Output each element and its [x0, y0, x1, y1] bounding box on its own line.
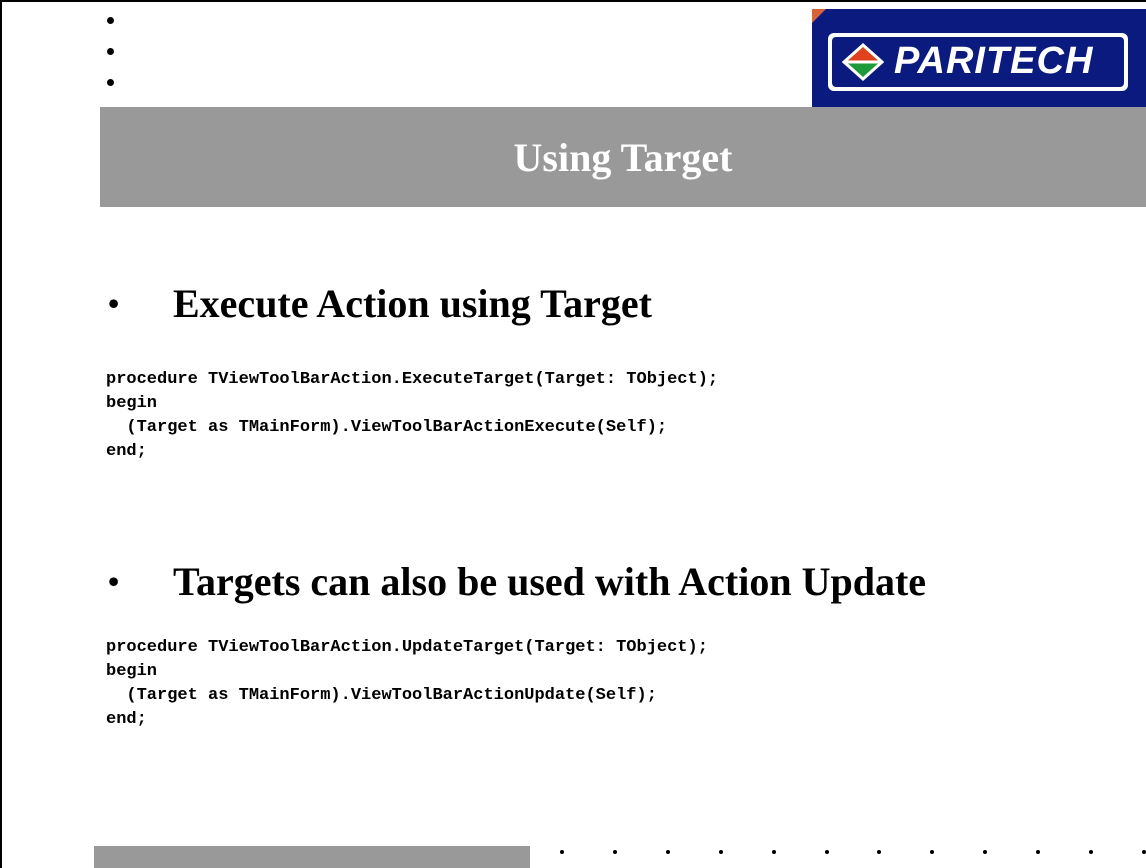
dot-icon: [1036, 850, 1041, 854]
code-block-execute: procedure TViewToolBarAction.ExecuteTarg…: [106, 370, 719, 461]
dot-icon: [1141, 850, 1146, 854]
dot-icon: [612, 850, 617, 854]
dot-icon: [665, 850, 670, 854]
dot-icon: [877, 850, 882, 854]
dot-icon: [107, 79, 114, 86]
code-block-update: procedure TViewToolBarAction.UpdateTarge…: [106, 638, 708, 729]
dot-icon: [560, 850, 564, 854]
slide-left-border: [0, 0, 2, 868]
decorative-dots: [107, 17, 117, 110]
paritech-logo: PARITECH: [812, 9, 1146, 107]
logo-corner-accent: [812, 9, 826, 23]
dot-icon: [771, 850, 776, 854]
bullet-icon: •: [108, 285, 120, 321]
bullet-heading-text: Targets can also be used with Action Upd…: [173, 559, 927, 604]
dot-icon: [824, 850, 829, 854]
logo-inner: PARITECH: [832, 37, 1124, 87]
footer-dots: [560, 844, 1146, 868]
bullet-icon: •: [108, 563, 120, 599]
dot-icon: [930, 850, 935, 854]
bullet-heading-text: Execute Action using Target: [173, 281, 652, 326]
dot-icon: [107, 17, 114, 24]
logo-wordmark: PARITECH: [894, 40, 1094, 82]
bullet-heading-update: • Targets can also be used with Action U…: [108, 558, 926, 605]
footer-bar: [94, 846, 530, 868]
dot-icon: [1089, 850, 1094, 854]
slide-title: Using Target: [513, 134, 733, 180]
bullet-heading-execute: • Execute Action using Target: [108, 280, 652, 327]
logo-frame: PARITECH: [828, 33, 1128, 91]
dot-icon: [107, 48, 114, 55]
dot-icon: [718, 850, 723, 854]
dot-icon: [983, 850, 988, 854]
diamond-logo-icon: [842, 43, 884, 81]
slide-top-border: [0, 0, 1146, 2]
title-bar: Using Target: [100, 107, 1146, 207]
